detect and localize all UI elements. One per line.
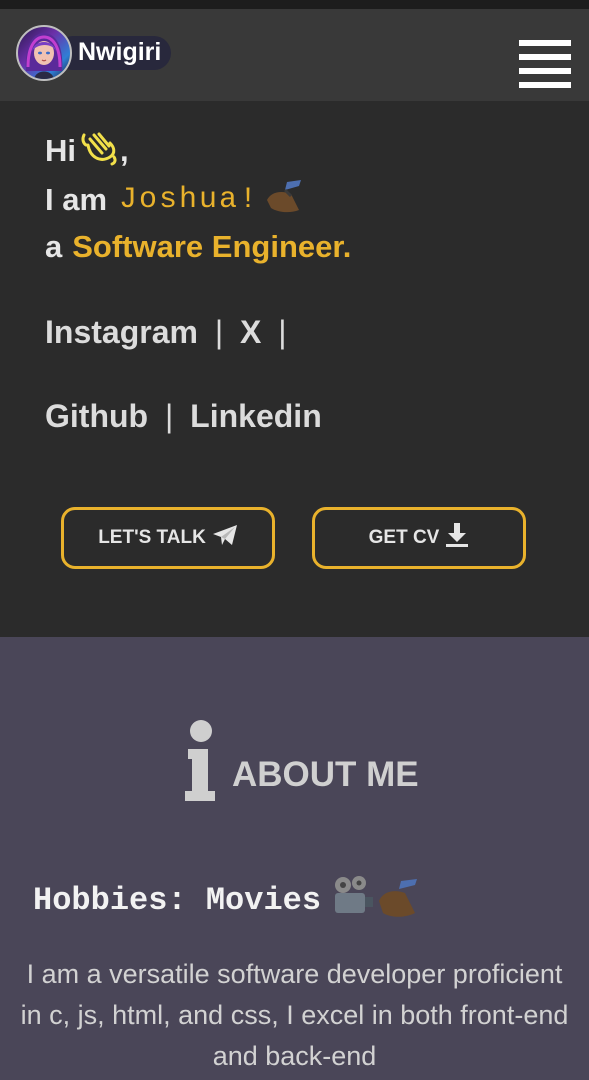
avatar [16,24,72,81]
greeting-comma: , [120,133,129,168]
linkedin-link[interactable]: Linkedin [190,398,322,434]
brand-name: Nwigiri [78,38,162,66]
status-strip [0,0,589,9]
social-links-row-1: Instagram | X | [45,314,295,351]
lets-talk-label: LET'S TALK [98,527,206,548]
role-prefix: a [45,229,63,264]
writing-hand-icon [261,176,307,224]
download-icon [445,522,469,554]
brand-pill: Nwigiri [56,35,172,70]
github-link[interactable]: Github [45,398,148,434]
name-text: Joshua! [119,183,260,217]
about-description: I am a versatile software developer prof… [20,959,569,1071]
hobbies-label: Hobbies: Movies [33,882,322,919]
info-icon [184,719,216,802]
separator: | [278,314,287,350]
separator: | [214,314,224,350]
role-text: Software Engineer. [72,229,352,264]
about-title: ABOUT ME [232,755,419,794]
greeting-text: Hi [45,133,76,168]
lets-talk-button[interactable]: LET'S TALK [61,507,275,569]
waving-hand-icon [80,127,120,175]
role-line: a Software Engineer. [45,229,351,265]
instagram-link[interactable]: Instagram [45,314,198,350]
hamburger-menu-button[interactable] [519,40,571,90]
paper-plane-icon [212,524,238,552]
greeting-line: Hi , [45,127,129,175]
intro-line: I am Joshua! [45,176,307,224]
navbar: Nwigiri [0,9,589,101]
separator: | [164,398,174,434]
brand[interactable]: Nwigiri [16,24,172,81]
get-cv-button[interactable]: GET CV [312,507,526,569]
x-link[interactable]: X [240,314,261,350]
social-links-row-2: Github | Linkedin [45,398,322,435]
hobbies-line: Hobbies: Movies [33,875,419,926]
intro-prefix: I am [45,182,108,217]
movie-projector-icon [331,875,419,926]
get-cv-label: GET CV [368,527,440,548]
